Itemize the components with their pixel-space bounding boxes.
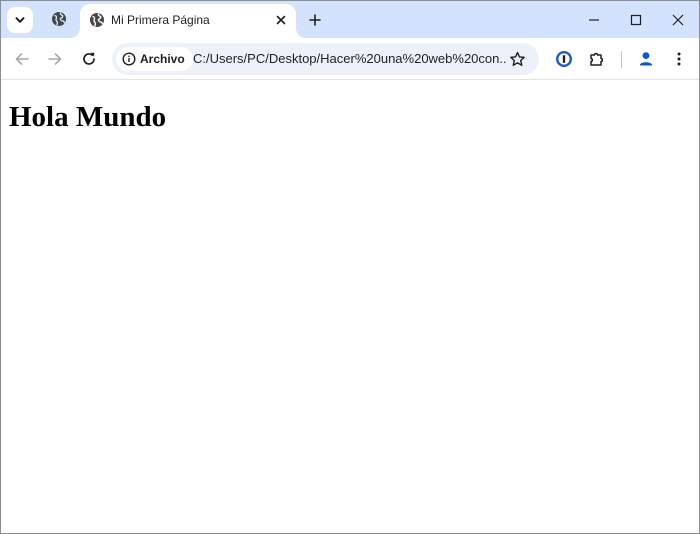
toolbar: Archivo C:/Users/PC/Desktop/Hacer%20una%… [1,38,699,80]
globe-icon [90,13,104,27]
star-icon [509,51,525,66]
url-text[interactable]: C:/Users/PC/Desktop/Hacer%20una%20web%20… [193,51,507,66]
reload-icon [83,52,95,65]
address-bar[interactable]: Archivo C:/Users/PC/Desktop/Hacer%20una%… [112,43,539,75]
browser-window: Mi Primera Página Archivo C:/Users/PC/De… [0,0,700,534]
close-icon [672,14,684,25]
chevron-down-icon [15,17,25,23]
tab-close-button[interactable] [271,10,291,30]
profile-button[interactable] [633,46,659,72]
kebab-menu-icon [677,52,681,66]
arrow-left-icon [15,53,29,65]
tab-search-button[interactable] [7,7,33,33]
password-manager-icon [556,51,572,67]
close-icon [276,15,286,25]
new-tab-button[interactable] [304,9,326,31]
password-manager-extension-button[interactable] [551,46,577,72]
active-tab[interactable]: Mi Primera Página [80,4,296,38]
toolbar-divider [621,51,622,68]
bookmark-button[interactable] [505,47,529,71]
maximize-button[interactable] [613,1,659,38]
puzzle-icon [590,52,604,66]
site-info-chip[interactable]: Archivo [116,47,193,71]
maximize-icon [630,14,642,25]
minimize-button[interactable] [571,1,617,38]
tab-title: Mi Primera Página [111,13,210,27]
page-heading: Hola Mundo [9,101,167,133]
close-window-button[interactable] [655,1,699,38]
extensions-button[interactable] [584,46,610,72]
minimize-icon [589,18,599,21]
page-viewport: Hola Mundo [1,81,699,533]
info-icon [122,52,136,66]
reload-button[interactable] [76,46,102,72]
arrow-right-icon [48,53,62,65]
forward-button[interactable] [42,46,68,72]
back-button[interactable] [9,46,35,72]
site-info-label: Archivo [140,52,185,66]
globe-icon [52,12,66,26]
pinned-tab[interactable] [47,7,71,31]
tab-strip: Mi Primera Página [1,1,699,38]
plus-icon [309,14,321,26]
profile-icon [639,52,653,66]
browser-menu-button[interactable] [666,46,692,72]
